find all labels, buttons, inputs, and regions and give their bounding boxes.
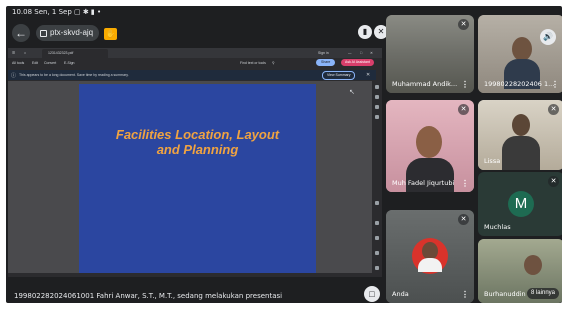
share-button[interactable]: Share	[316, 59, 336, 66]
rail-icon[interactable]	[375, 201, 379, 205]
slide-title-line2: and Planning	[156, 142, 239, 157]
more-options-icon[interactable]: ⋮	[461, 80, 469, 89]
mic-off-icon: ✕	[458, 19, 469, 30]
stop-presenting-icon[interactable]: □	[364, 286, 380, 302]
participant-name: Muhammad Andik...	[392, 80, 458, 88]
meeting-code-pill[interactable]: ptx-skvd-ajq	[36, 25, 100, 41]
pdf-side-rail	[372, 81, 382, 277]
back-arrow-icon[interactable]: ←	[12, 24, 30, 42]
participant-body	[418, 258, 442, 272]
rail-icon[interactable]	[375, 251, 379, 255]
participant-face	[524, 255, 542, 275]
maximize-icon[interactable]: □	[360, 51, 362, 55]
menu-icon[interactable]: ☰	[12, 51, 15, 55]
participant-name: Muchlas	[484, 223, 511, 231]
participant-face	[416, 126, 442, 158]
shared-screen: ☰ ⌂ 1231432323.pdf Sign in — □ ✕ All too…	[8, 48, 382, 277]
mic-off-icon: ✕	[458, 214, 469, 225]
participant-body	[502, 136, 540, 170]
minimize-icon[interactable]: —	[348, 51, 352, 55]
participant-face	[512, 114, 530, 136]
participant-tile[interactable]: M ✕ Muchlas	[478, 172, 562, 236]
camera-flip-icon[interactable]: ▮	[358, 25, 372, 39]
participant-tile[interactable]: ✕ Lissa	[478, 100, 562, 170]
more-options-icon[interactable]: ⋮	[461, 290, 469, 299]
rail-icon[interactable]	[375, 95, 379, 99]
tab-title: 1231432323.pdf	[48, 51, 74, 55]
info-bar: ⓘ This appears to be a long document. Sa…	[8, 70, 376, 80]
rail-icon[interactable]	[375, 236, 379, 240]
status-bar: 10.08 Sen, 1 Sep ▢ ✱ ▮ •	[12, 8, 102, 16]
info-text: This appears to be a long document. Save…	[19, 73, 129, 77]
rail-icon[interactable]	[375, 85, 379, 89]
view-summary-button[interactable]: View Summary	[322, 71, 356, 80]
home-icon[interactable]: ⌂	[24, 51, 26, 55]
participant-name: Muh Fadel Jiqurtubi	[392, 179, 455, 187]
document-area: Facilities Location, Layout and Planning…	[8, 81, 372, 273]
mic-off-icon: ✕	[548, 176, 559, 187]
participant-tile[interactable]: Burhanuddin 8 lainnya	[478, 239, 562, 303]
speaker-icon[interactable]: 🔊	[540, 29, 556, 45]
rail-icon[interactable]	[375, 105, 379, 109]
participant-name: 19980228202406 1...	[484, 80, 555, 88]
slide-title: Facilities Location, Layout and Planning	[79, 127, 316, 157]
rail-icon[interactable]	[375, 266, 379, 270]
rail-icon[interactable]	[375, 221, 379, 225]
slide-page: Facilities Location, Layout and Planning…	[79, 84, 355, 273]
square-icon	[40, 29, 47, 37]
presenter-banner: 19980228202406100​1 Fahri Anwar, S.T., M…	[14, 292, 283, 300]
mic-off-icon: ✕	[458, 104, 469, 115]
meet-screen: 10.08 Sen, 1 Sep ▢ ✱ ▮ • ← ptx-skvd-ajq …	[6, 6, 562, 303]
search-icon[interactable]: ⚲	[272, 61, 275, 65]
toolbar-item-edit[interactable]: Edit	[32, 61, 38, 65]
participant-name: Burhanuddin	[484, 290, 526, 298]
info-icon: ⓘ	[11, 73, 17, 79]
slide-title-line1: Facilities Location, Layout	[115, 127, 280, 142]
avatar: M	[508, 191, 534, 217]
meeting-code: ptx-skvd-ajq	[50, 28, 94, 37]
mic-off-icon: ✕	[548, 104, 559, 115]
close-icon[interactable]: ✕	[370, 51, 373, 55]
browser-tab-bar: ☰ ⌂ 1231432323.pdf Sign in — □ ✕	[8, 48, 382, 58]
sign-in-link[interactable]: Sign in	[318, 51, 329, 55]
participant-tile[interactable]: ✕ Anda ⋮	[386, 210, 474, 303]
participant-tile[interactable]: ✕ Muhammad Andik... ⋮	[386, 15, 474, 93]
ask-ai-button[interactable]: Ask AI Assistant	[341, 59, 374, 66]
others-count-badge[interactable]: 8 lainnya	[526, 288, 559, 299]
cursor-icon: ↖	[349, 89, 355, 96]
participant-name: Lissa	[484, 157, 501, 165]
meet-top-bar: ← ptx-skvd-ajq ✋	[6, 20, 376, 46]
more-options-icon[interactable]: ⋮	[551, 80, 559, 89]
participant-face	[512, 37, 532, 61]
toolbar-item-all-tools[interactable]: All tools	[12, 61, 24, 65]
close-icon[interactable]: ✕	[366, 72, 370, 78]
participant-name: Anda	[392, 290, 409, 298]
rail-icon[interactable]	[375, 115, 379, 119]
more-options-icon[interactable]: ⋮	[461, 179, 469, 188]
participant-tile[interactable]: 🔊 19980228202406 1... ⋮	[478, 15, 562, 93]
participant-tile[interactable]: ✕ Muh Fadel Jiqurtubi ⋮	[386, 100, 474, 192]
toolbar-item-convert[interactable]: Convert	[44, 61, 56, 65]
toolbar-item-esign[interactable]: E-Sign	[64, 61, 75, 65]
find-text[interactable]: Find text or tools	[240, 61, 266, 65]
hand-icon[interactable]: ✋	[104, 28, 117, 40]
